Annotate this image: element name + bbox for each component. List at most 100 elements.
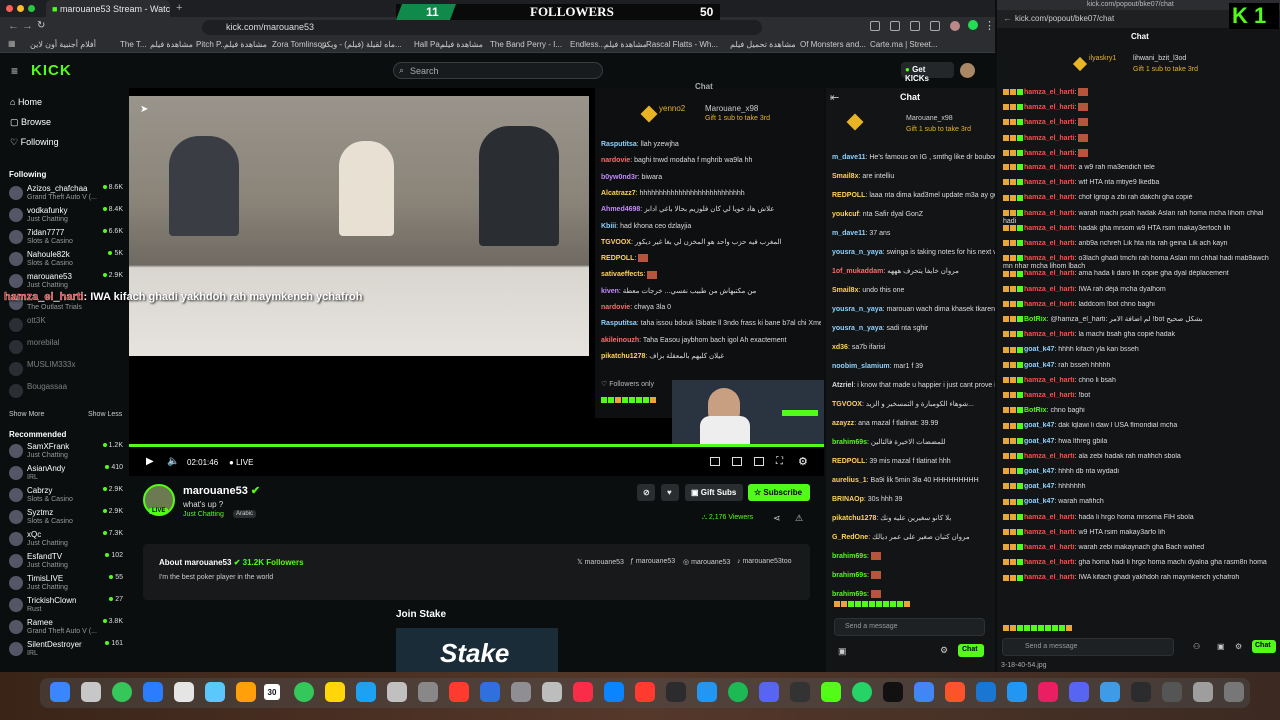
sidebar-channel[interactable]: Syztmz Slots & Casino 2.9K — [9, 508, 123, 530]
browser-tab[interactable]: ■ marouane53 Stream - Watch L — [46, 0, 170, 17]
chat-username[interactable]: pikatchu1278 — [832, 515, 876, 522]
social-instagram-link[interactable]: ◎ marouane53 — [683, 558, 730, 566]
folder-app-icon[interactable] — [1100, 682, 1120, 702]
chat-username[interactable]: goat_k47 — [1024, 362, 1054, 369]
chat-username[interactable]: hamza_el_harti — [1024, 194, 1075, 201]
finder2-app-icon[interactable] — [1007, 682, 1027, 702]
chat-username[interactable]: hamza_el_harti — [1024, 240, 1075, 247]
follow-button[interactable]: ♥ — [661, 484, 679, 501]
emote-icon[interactable] — [848, 601, 854, 608]
chat-username[interactable]: sativaeffects — [601, 271, 643, 278]
channel-name[interactable]: marouane53 ✔ — [183, 484, 260, 497]
sidebar-toggle-icon[interactable] — [930, 21, 940, 31]
pip-icon[interactable] — [754, 457, 764, 466]
emote-icon[interactable] — [636, 397, 642, 404]
sidebar-channel[interactable]: Azizos_chafchaa Grand Theft Auto V (... 8.… — [9, 184, 123, 206]
chat-username[interactable]: hamza_el_harti — [1024, 255, 1075, 262]
send-chat-button[interactable]: Chat — [1252, 640, 1276, 653]
emote-icon[interactable] — [904, 601, 910, 608]
emote-icon[interactable] — [622, 397, 628, 404]
sidebar-channel[interactable]: morebilal — [9, 338, 123, 360]
fullscreen-icon[interactable]: ⛶ — [776, 456, 783, 467]
bookmark-item[interactable]: Of Monsters and... — [800, 40, 866, 49]
play-icon[interactable]: ▶ — [146, 456, 154, 467]
report-icon[interactable]: ⚠ — [795, 513, 803, 524]
gift-icon[interactable]: ▣ — [1217, 642, 1225, 651]
safari-app-icon[interactable] — [143, 682, 163, 702]
bookmark-item[interactable]: Pitch P... — [196, 40, 227, 49]
emote-icon[interactable] — [1010, 625, 1016, 632]
sidebar-item-following[interactable]: ♡ Following — [10, 137, 59, 148]
bookmark-item[interactable]: أفلام أجنبية أون لاين — [30, 40, 96, 49]
chat-username[interactable]: 1of_mukaddam — [832, 268, 883, 275]
extension-icon[interactable] — [870, 21, 880, 31]
chat-username[interactable]: aurelius_1 — [832, 477, 867, 484]
launchpad-app-icon[interactable] — [81, 682, 101, 702]
get-kicks-button[interactable]: ● Get KICKs — [901, 62, 954, 83]
chat-username[interactable]: BRINAOp — [832, 496, 864, 503]
chat-username[interactable]: hamza_el_harti — [1024, 134, 1075, 141]
forward-icon[interactable]: → — [22, 20, 33, 32]
app-icon[interactable] — [1131, 682, 1151, 702]
chat-settings-icon[interactable]: ⚙ — [1235, 642, 1242, 651]
video-frame[interactable] — [129, 96, 589, 356]
chrome-app-icon[interactable] — [914, 682, 934, 702]
chat-username[interactable]: Smail8x — [832, 287, 858, 294]
emote-icon[interactable] — [876, 601, 882, 608]
chat-username[interactable]: kiven — [601, 288, 619, 295]
sidebar-channel[interactable]: SamXFrank Just Chatting 1.2K — [9, 442, 123, 464]
chat-username[interactable]: nardovie — [601, 157, 630, 164]
chat-username[interactable]: brahim69s — [832, 553, 867, 560]
emote-icon[interactable] — [1038, 625, 1044, 632]
messenger-app-icon[interactable] — [604, 682, 624, 702]
emote-icon[interactable] — [883, 601, 889, 608]
emote-icon[interactable] — [615, 397, 621, 404]
chat-username[interactable]: hamza_el_harti — [1024, 150, 1075, 157]
chat-username[interactable]: Kbiii — [601, 223, 616, 230]
sidebar-channel[interactable]: TimisLIVE Just Chatting 55 — [9, 574, 123, 596]
kick-logo[interactable]: KICK — [31, 62, 72, 79]
downloads-folder-icon[interactable] — [1193, 682, 1213, 702]
trash-icon[interactable] — [1224, 682, 1244, 702]
chat-username[interactable]: Rasputitsa — [601, 320, 637, 327]
show-more-button[interactable]: Show More — [9, 411, 44, 418]
chat-username[interactable]: goat_k47 — [1024, 468, 1054, 475]
chat-username[interactable]: m_dave11 — [832, 154, 865, 161]
settings-app-icon[interactable] — [418, 682, 438, 702]
emote-icon[interactable] — [629, 397, 635, 404]
sidebar-channel[interactable]: Bougassaa — [9, 382, 123, 404]
chat-username[interactable]: hamza_el_harti — [1024, 286, 1075, 293]
sidebar-channel[interactable]: ott3K — [9, 316, 123, 338]
send-chat-button[interactable]: Chat — [958, 644, 984, 657]
gift-icon[interactable]: ▣ — [838, 646, 847, 657]
new-tab-icon[interactable]: + — [176, 2, 182, 14]
chat-users-icon[interactable]: ⚇ — [1193, 642, 1200, 651]
chat-username[interactable]: hamza_el_harti — [1024, 514, 1075, 521]
notes-app-icon[interactable] — [325, 682, 345, 702]
emote-icon[interactable] — [897, 601, 903, 608]
chat-username[interactable]: hamza_el_harti — [1024, 270, 1075, 277]
emote-icon[interactable] — [834, 601, 840, 608]
calendar-app-icon[interactable]: 30 — [264, 684, 280, 700]
chat-username[interactable]: brahim69s — [832, 591, 867, 598]
reload-icon[interactable]: ↻ — [37, 20, 45, 31]
extension-icon[interactable] — [968, 20, 978, 30]
sidebar-channel[interactable]: SilentDestroyer IRL 161 — [9, 640, 123, 662]
chat-username[interactable]: REDPOLL — [601, 255, 634, 262]
emote-icon[interactable] — [1059, 625, 1065, 632]
chat-username[interactable]: m_dave11 — [832, 230, 865, 237]
social-facebook-link[interactable]: ƒ marouane53 — [630, 558, 675, 565]
sidebar-channel[interactable]: xQc Just Chatting 7.3K — [9, 530, 123, 552]
sidebar-channel[interactable]: vodkafunky Just Chatting 8.4K — [9, 206, 123, 228]
emote-icon[interactable] — [1017, 625, 1023, 632]
chat-username[interactable]: hamza_el_harti — [1024, 453, 1075, 460]
chat-username[interactable]: akileinouzh — [601, 337, 639, 344]
chat-username[interactable]: goat_k47 — [1024, 498, 1054, 505]
back-icon[interactable]: ← — [1003, 13, 1012, 23]
chat-username[interactable]: REDPOLL — [832, 192, 865, 199]
chat-username[interactable]: b0yw0nd3r — [601, 174, 638, 181]
youtube-app-icon[interactable] — [635, 682, 655, 702]
chat-username[interactable]: BotRix — [1024, 407, 1047, 414]
gift-subs-button[interactable]: ▣ Gift Subs — [685, 484, 743, 501]
brave-app-icon[interactable] — [945, 682, 965, 702]
